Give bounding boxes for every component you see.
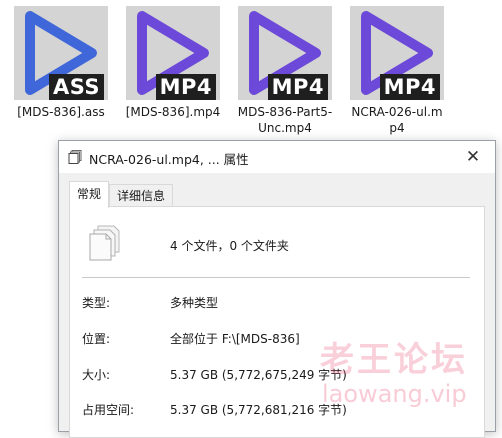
file-thumbnail: MP4	[350, 6, 444, 100]
multiple-files-icon	[68, 150, 82, 164]
file-name: [MDS-836].mp4	[125, 105, 221, 119]
file-thumbnail: ASS	[14, 6, 108, 100]
file-item-mp4-part5[interactable]: MP4 MDS-836-Part5-Unc.mp4	[232, 4, 338, 136]
location-value: 全部位于 F:\[MDS-836]	[170, 332, 300, 346]
file-name: NCRA-026-ul.mp4	[351, 105, 443, 135]
file-name: MDS-836-Part5-Unc.mp4	[237, 105, 333, 135]
type-value: 多种类型	[170, 296, 219, 310]
file-type-badge: MP4	[379, 74, 440, 100]
file-item-ass[interactable]: ASS [MDS-836].ass	[8, 4, 114, 136]
size-label: 大小:	[82, 368, 111, 382]
size-on-disk-value: 5.37 GB (5,772,681,216 字节)	[170, 403, 347, 417]
file-type-badge: MP4	[155, 74, 216, 100]
type-label: 类型:	[82, 296, 111, 310]
file-item-ncra[interactable]: MP4 NCRA-026-ul.mp4	[344, 4, 450, 136]
tab-general[interactable]: 常规	[69, 181, 110, 208]
watermark-url: laowang.vip	[322, 380, 467, 408]
location-label: 位置:	[82, 332, 111, 346]
selection-summary: 4 个文件，0 个文件夹	[170, 239, 289, 253]
file-item-mp4[interactable]: MP4 [MDS-836].mp4	[120, 4, 226, 136]
file-thumbnail: MP4	[126, 6, 220, 100]
file-type-badge: MP4	[267, 74, 328, 100]
dialog-title: NCRA-026-ul.mp4, ... 属性	[89, 152, 249, 167]
file-type-badge: ASS	[48, 74, 104, 100]
divider	[82, 277, 470, 278]
size-on-disk-label: 占用空间:	[82, 403, 135, 417]
watermark-text: 老王论坛	[320, 340, 468, 380]
tab-details[interactable]: 详细信息	[109, 184, 174, 207]
multiple-files-icon	[89, 225, 120, 261]
file-name: [MDS-836].ass	[17, 105, 105, 119]
close-button[interactable]: ✕	[451, 141, 495, 173]
tab-bar: 常规 详细信息	[69, 181, 174, 208]
file-thumbnail: MP4	[238, 6, 332, 100]
dialog-titlebar[interactable]: NCRA-026-ul.mp4, ... 属性 ✕	[59, 141, 495, 173]
